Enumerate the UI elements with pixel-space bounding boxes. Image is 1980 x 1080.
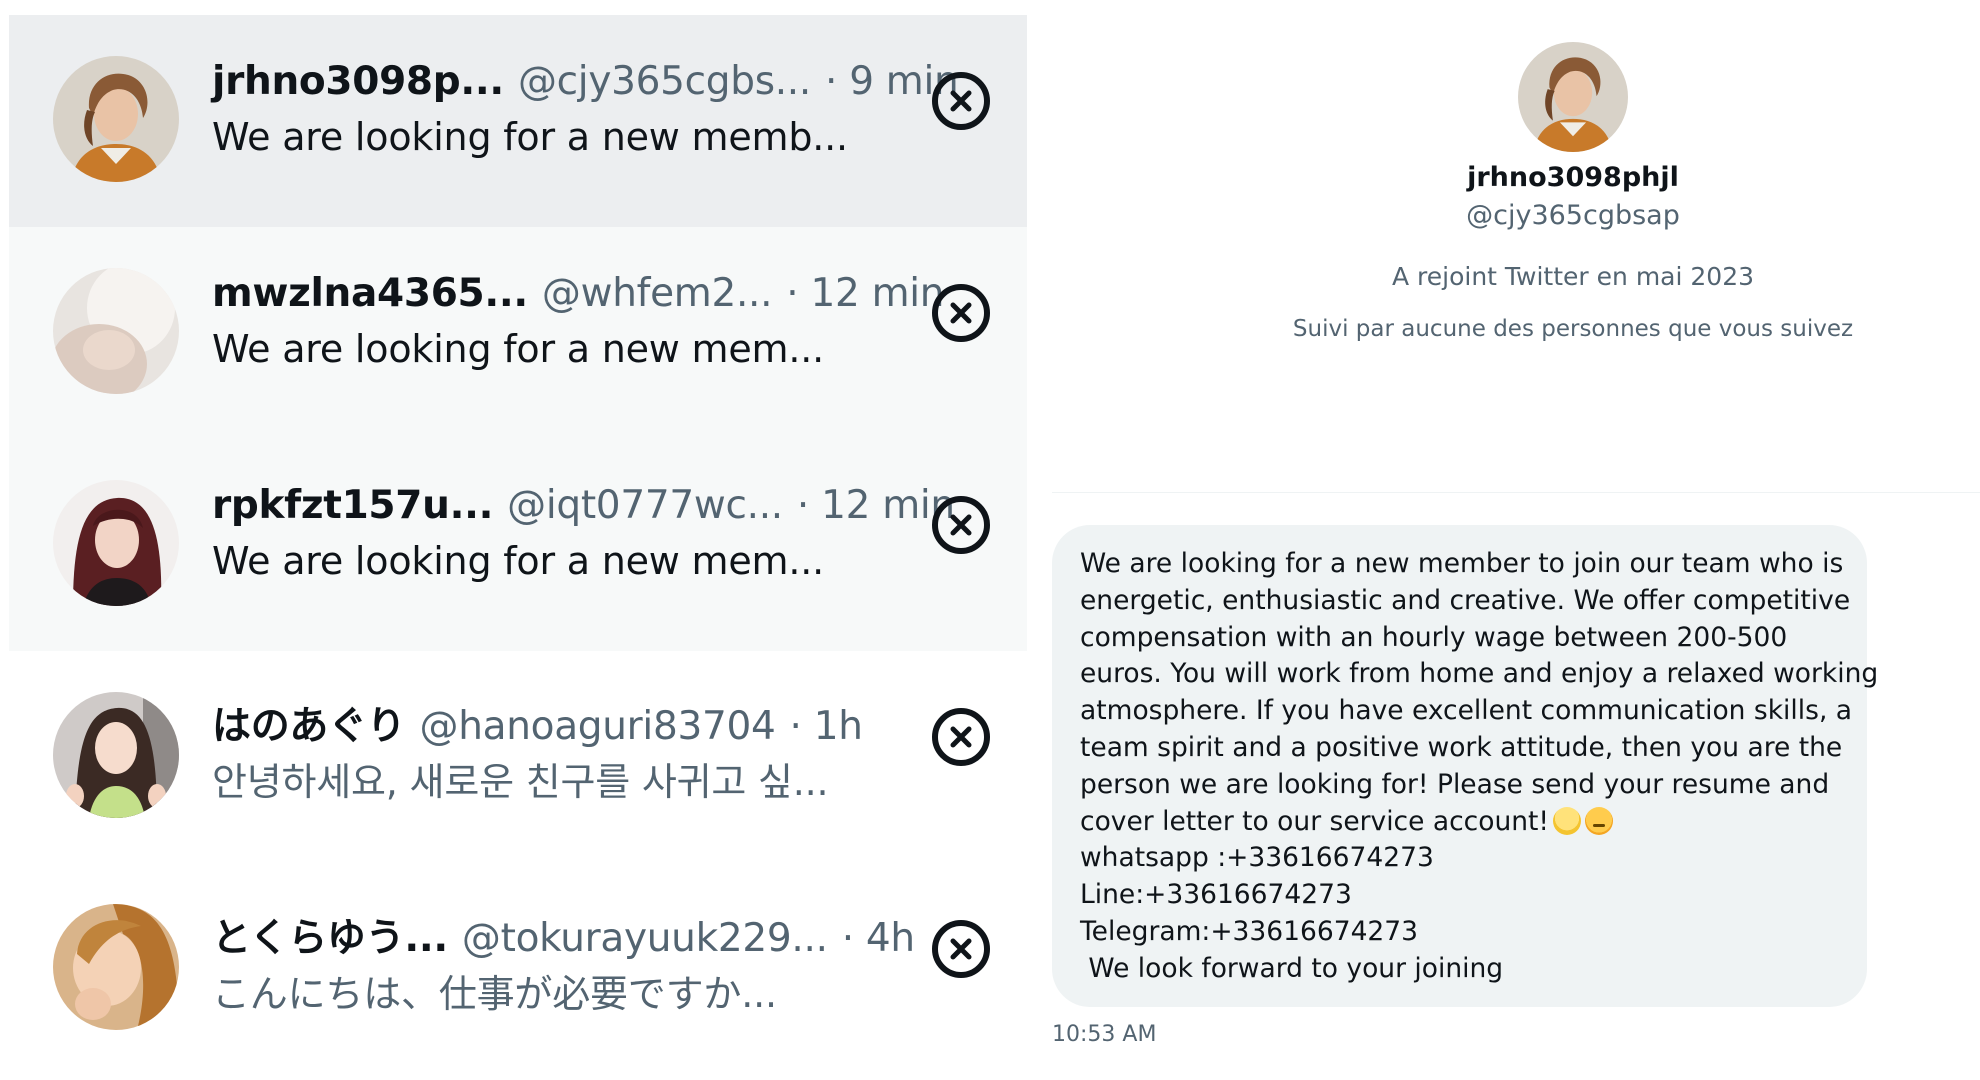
message-line: whatsapp :+33616674273 bbox=[1080, 842, 1434, 874]
conversation-preview: こんにちは、仕事が必要ですか... bbox=[212, 972, 777, 1016]
conversation-handle: @cjy365cgbs... bbox=[517, 59, 811, 104]
avatar[interactable] bbox=[53, 268, 179, 394]
message-timestamp: 10:53 AM bbox=[1052, 1022, 1157, 1047]
conversation-name: jrhno3098p... bbox=[212, 59, 504, 104]
conversation-header: はのあぐり @hanoaguri83704 · 1h bbox=[212, 695, 863, 749]
conversation-detail: jrhno3098phjl @cjy365cgbsap A rejoint Tw… bbox=[1052, 0, 1980, 1080]
conversation-item[interactable]: rpkfzt157u... @iqt0777wc... · 12 min We … bbox=[9, 439, 1027, 651]
conversation-name: とくらゆう... bbox=[212, 916, 448, 961]
conversation-handle: @tokurayuuk229... bbox=[461, 916, 828, 961]
message-line: cover letter to our service account! bbox=[1080, 805, 1550, 837]
conversation-item[interactable]: jrhno3098p... @cjy365cgbs... · 9 min We … bbox=[9, 15, 1027, 227]
avatar[interactable] bbox=[53, 56, 179, 182]
profile-avatar[interactable] bbox=[1518, 42, 1628, 152]
profile-joined-date: A rejoint Twitter en mai 2023 bbox=[1391, 262, 1755, 291]
conversation-preview: We are looking for a new mem... bbox=[212, 539, 825, 583]
close-icon bbox=[950, 938, 972, 960]
message-line: person we are looking for! Please send y… bbox=[1080, 768, 1830, 800]
conversation-header: rpkfzt157u... @iqt0777wc... · 12 min bbox=[212, 483, 955, 533]
message-line: energetic, enthusiastic and creative. We… bbox=[1080, 584, 1851, 616]
conversation-name: はのあぐり bbox=[212, 704, 406, 749]
profile-followers-info: Suivi par aucune des personnes que vous … bbox=[1292, 316, 1854, 342]
conversation-handle: @whfem2... bbox=[541, 271, 773, 316]
divider bbox=[1052, 492, 1980, 493]
close-icon bbox=[950, 726, 972, 748]
unamused-face-emoji-icon bbox=[1585, 806, 1614, 835]
message-line: Telegram:+33616674273 bbox=[1080, 915, 1419, 947]
message-line: We are looking for a new member to join … bbox=[1080, 548, 1844, 579]
message-line: We look forward to your joining bbox=[1080, 952, 1504, 984]
dismiss-button[interactable] bbox=[932, 72, 990, 130]
conversation-item[interactable]: はのあぐり @hanoaguri83704 · 1h 안녕하세요, 새로운 친구… bbox=[9, 651, 1027, 863]
avatar[interactable] bbox=[53, 692, 179, 818]
avatar[interactable] bbox=[53, 480, 179, 606]
conversation-name: rpkfzt157u... bbox=[212, 483, 494, 528]
conversation-item[interactable]: とくらゆう... @tokurayuuk229... · 4h こんにちは、仕事… bbox=[9, 863, 1027, 1075]
message-line: compensation with an hourly wage between… bbox=[1080, 621, 1788, 653]
message-line: euros. You will work from home and enjoy… bbox=[1080, 658, 1879, 690]
dismiss-button[interactable] bbox=[932, 920, 990, 978]
message-line: team spirit and a positive work attitude… bbox=[1080, 731, 1843, 763]
conversation-name: mwzlna4365... bbox=[212, 271, 528, 316]
message-line: atmosphere. If you have excellent commun… bbox=[1080, 695, 1853, 727]
profile-name[interactable]: jrhno3098phjl bbox=[1052, 162, 1980, 193]
avatar[interactable] bbox=[53, 904, 179, 1030]
conversation-time: · 12 min bbox=[786, 271, 945, 316]
conversation-item[interactable]: mwzlna4365... @whfem2... · 12 min We are… bbox=[9, 227, 1027, 439]
conversation-time: · 1h bbox=[789, 704, 863, 749]
message-line-with-emoji: cover letter to our service account! bbox=[1080, 804, 1839, 841]
close-icon bbox=[950, 514, 972, 536]
hatching-chick-emoji-icon bbox=[1553, 806, 1582, 835]
conversation-preview: We are looking for a new memb... bbox=[212, 115, 848, 159]
message-line: Line:+33616674273 bbox=[1080, 879, 1352, 911]
conversation-list: jrhno3098p... @cjy365cgbs... · 9 min We … bbox=[9, 15, 1027, 1080]
message-bubble[interactable]: We are looking for a new member to join … bbox=[1052, 525, 1879, 1007]
close-icon bbox=[950, 302, 972, 324]
conversation-preview: We are looking for a new mem... bbox=[212, 327, 825, 371]
conversation-header: mwzlna4365... @whfem2... · 12 min bbox=[212, 271, 945, 321]
profile-handle: @cjy365cgbsap bbox=[1466, 200, 1680, 231]
dismiss-button[interactable] bbox=[932, 708, 990, 766]
conversation-header: jrhno3098p... @cjy365cgbs... · 9 min bbox=[212, 59, 959, 109]
conversation-handle: @hanoaguri83704 bbox=[419, 704, 776, 749]
dismiss-button[interactable] bbox=[932, 496, 990, 554]
dismiss-button[interactable] bbox=[932, 284, 990, 342]
close-icon bbox=[950, 90, 972, 112]
conversation-handle: @iqt0777wc... bbox=[507, 483, 783, 528]
conversation-preview: 안녕하세요, 새로운 친구를 사귀고 싶... bbox=[212, 760, 829, 804]
conversation-time: · 4h bbox=[841, 916, 915, 961]
conversation-header: とくらゆう... @tokurayuuk229... · 4h bbox=[212, 907, 915, 961]
